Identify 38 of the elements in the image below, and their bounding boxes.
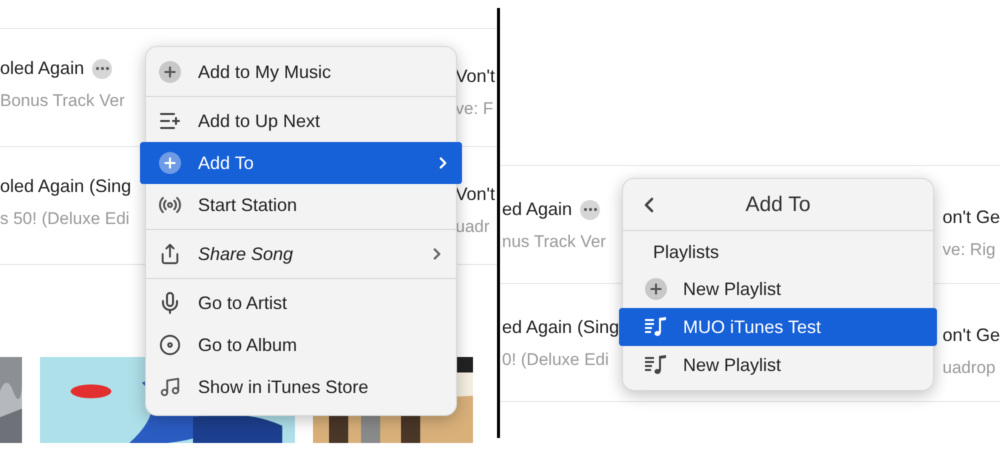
more-button[interactable]	[92, 58, 112, 78]
song-title: ed Again	[502, 198, 572, 221]
album-subtitle: uadrop	[942, 357, 996, 379]
menu-item[interactable]: Go to Artist	[146, 282, 456, 324]
album-subtitle: ve: Rig	[942, 239, 996, 261]
playlist-item[interactable]: New Playlist	[623, 270, 933, 308]
menu-item[interactable]: Add To	[140, 142, 462, 184]
section-heading: Playlists	[652, 241, 720, 264]
song-title: on't Ge	[942, 206, 1000, 229]
playlist-icon	[644, 354, 668, 376]
playlist-icon	[644, 316, 668, 338]
song-title: Von't	[456, 183, 495, 206]
song-title: oled Again (Sing	[0, 175, 132, 198]
popover-title: Add To	[744, 192, 812, 218]
song-title: Von't	[456, 65, 495, 88]
plus-icon	[159, 61, 181, 83]
menu-item[interactable]: Show in iTunes Store	[146, 366, 456, 408]
menu-item[interactable]: Go to Album	[146, 324, 456, 366]
music-note-icon	[159, 376, 181, 398]
playlist-item[interactable]: New Playlist	[623, 346, 933, 384]
more-button[interactable]	[580, 200, 600, 220]
plus-icon	[159, 152, 181, 174]
menu-item[interactable]: Share Song	[146, 233, 456, 275]
share-icon	[159, 243, 181, 265]
plus-icon	[645, 278, 667, 300]
menu-item[interactable]: Add to My Music	[146, 51, 456, 93]
album-subtitle: Bonus Track Ver	[0, 90, 125, 112]
menu-item[interactable]: Add to Up Next	[146, 100, 456, 142]
song-title: oled Again	[0, 57, 84, 80]
album-subtitle: 0! (Deluxe Edi	[502, 349, 610, 371]
menu-item[interactable]: Start Station	[146, 184, 456, 226]
album-subtitle: uadr	[456, 216, 491, 238]
song-title: on't Ge	[942, 324, 1000, 347]
song-title: ed Again (Sing	[502, 316, 620, 339]
album-subtitle: s 50! (Deluxe Edi	[0, 208, 130, 230]
playlist-item[interactable]: MUO iTunes Test	[619, 308, 937, 346]
album-subtitle: nus Track Ver	[502, 231, 606, 253]
album-subtitle: ve: F	[456, 98, 494, 120]
